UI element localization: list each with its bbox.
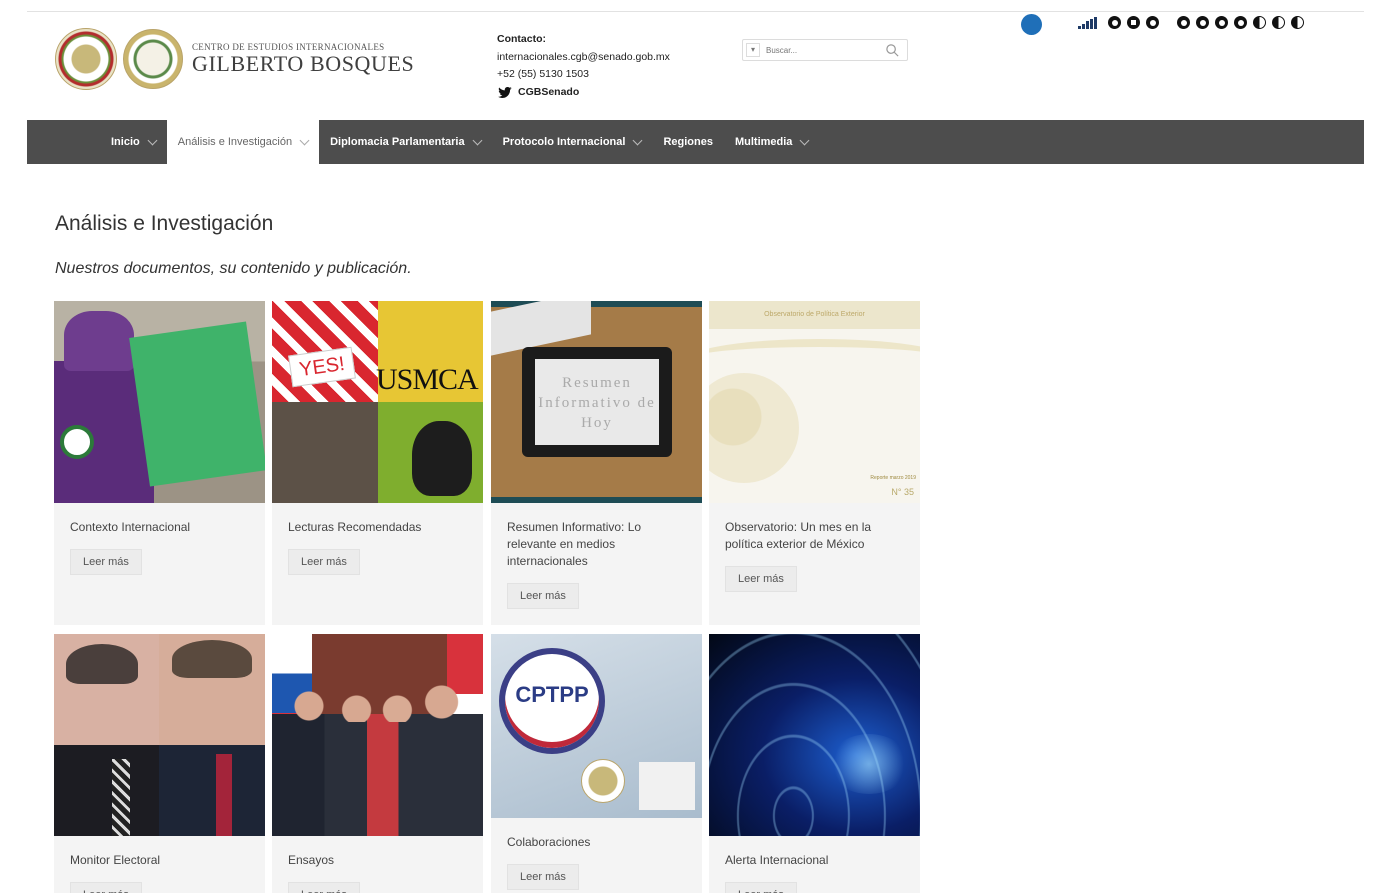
- text-size-small-icon[interactable]: [1108, 16, 1121, 29]
- chevron-down-icon: [633, 135, 643, 145]
- contact-email[interactable]: internacionales.cgb@senado.gob.mx: [497, 49, 670, 67]
- read-more-button[interactable]: Leer más: [288, 549, 360, 575]
- card-title[interactable]: Alerta Internacional: [709, 836, 920, 869]
- accessibility-icon[interactable]: [1021, 14, 1042, 35]
- card-title[interactable]: Contexto Internacional: [54, 503, 265, 536]
- contact-block: Contacto: internacionales.cgb@senado.gob…: [497, 31, 670, 101]
- read-more-button[interactable]: Leer más: [288, 882, 360, 893]
- font-option-1-icon[interactable]: [1177, 16, 1190, 29]
- contact-label: Contacto:: [497, 33, 546, 45]
- senate-seal-icon: [55, 28, 117, 90]
- card-contexto-internacional: Contexto Internacional Leer más: [54, 301, 265, 625]
- page-title: Análisis e Investigación: [55, 212, 274, 235]
- card-thumbnail[interactable]: [54, 634, 265, 836]
- read-more-button[interactable]: Leer más: [507, 864, 579, 890]
- twitter-handle: CGBSenado: [518, 85, 580, 98]
- nav-item-multimedia[interactable]: Multimedia: [724, 120, 819, 164]
- nav-item-label: Protocolo Internacional: [502, 136, 626, 148]
- logo-big-text: GILBERTO BOSQUES: [192, 51, 415, 76]
- chevron-down-icon: [147, 135, 158, 145]
- font-option-4-icon[interactable]: [1234, 16, 1247, 29]
- thumb-resumen-text: Resumen Informativo de Hoy: [535, 359, 659, 445]
- search-input[interactable]: [766, 45, 886, 55]
- card-lecturas-recomendadas: YES! USMCA Lecturas Recomendadas Leer má…: [272, 301, 483, 625]
- search-options-icon[interactable]: ▾: [746, 43, 760, 57]
- nav-item-analisis[interactable]: Análisis e Investigación: [166, 120, 320, 164]
- card-title[interactable]: Resumen Informativo: Lo relevante en med…: [491, 503, 702, 570]
- text-size-large-icon[interactable]: [1146, 16, 1159, 29]
- card-thumbnail[interactable]: CPTPP: [491, 634, 702, 818]
- nav-item-label: Diplomacia Parlamentaria: [330, 136, 465, 148]
- search-box[interactable]: ▾: [742, 39, 908, 61]
- card-observatorio: Observatorio de Política Exterior Report…: [709, 301, 920, 625]
- invert-colors-icon[interactable]: [1272, 16, 1285, 29]
- card-alerta-internacional: Alerta Internacional Leer más: [709, 634, 920, 893]
- text-size-medium-icon[interactable]: [1127, 16, 1140, 29]
- read-more-button[interactable]: Leer más: [70, 882, 142, 893]
- card-thumbnail[interactable]: Resumen Informativo de Hoy: [491, 301, 702, 503]
- chevron-down-icon: [299, 135, 310, 145]
- nav-item-label: Inicio: [111, 136, 140, 148]
- card-thumbnail[interactable]: Observatorio de Política Exterior Report…: [709, 301, 920, 503]
- chevron-down-icon: [799, 135, 810, 145]
- card-resumen-informativo: Resumen Informativo de Hoy Resumen Infor…: [491, 301, 702, 625]
- nav-item-label: Multimedia: [734, 136, 793, 148]
- twitter-link[interactable]: CGBSenado: [497, 84, 670, 102]
- accessibility-toolbar: [1078, 16, 1310, 29]
- nav-item-protocolo[interactable]: Protocolo Internacional: [492, 120, 653, 164]
- font-option-2-icon[interactable]: [1196, 16, 1209, 29]
- institute-logo-icon: [639, 762, 695, 810]
- twitter-bird-icon: [498, 86, 512, 98]
- logo-text: CENTRO DE ESTUDIOS INTERNACIONALES GILBE…: [192, 43, 414, 75]
- thumb-observatorio-header: Observatorio de Política Exterior: [709, 301, 920, 329]
- thumb-report-date: Reporte marzo 2019: [870, 475, 916, 481]
- search-icon[interactable]: [885, 43, 900, 58]
- card-thumbnail[interactable]: YES! USMCA: [272, 301, 483, 503]
- read-more-button[interactable]: Leer más: [725, 566, 797, 592]
- nav-item-label: Regiones: [663, 136, 713, 148]
- nav-item-label: Análisis e Investigación: [177, 136, 293, 148]
- nav-item-diplomacia[interactable]: Diplomacia Parlamentaria: [319, 120, 492, 164]
- thumb-usmca-text: USMCA: [376, 363, 479, 396]
- card-colaboraciones: CPTPP Colaboraciones Leer más: [491, 634, 702, 893]
- read-more-button[interactable]: Leer más: [507, 583, 579, 609]
- card-ensayos: Ensayos Leer más: [272, 634, 483, 893]
- card-title[interactable]: Ensayos: [272, 836, 483, 869]
- chevron-down-icon: [472, 135, 483, 145]
- card-title[interactable]: Observatorio: Un mes en la política exte…: [709, 503, 920, 553]
- card-thumbnail[interactable]: [272, 634, 483, 836]
- card-thumbnail[interactable]: [709, 634, 920, 836]
- page-subtitle: Nuestros documentos, su contenido y publ…: [55, 260, 412, 277]
- thumb-cptpp-text: CPTPP: [515, 682, 589, 707]
- main-navigation: Inicio Análisis e Investigación Diplomac…: [27, 120, 1364, 164]
- site-logo[interactable]: CENTRO DE ESTUDIOS INTERNACIONALES GILBE…: [55, 28, 414, 90]
- header-top-divider: [27, 11, 1364, 12]
- nav-item-inicio[interactable]: Inicio: [100, 120, 167, 164]
- grayscale-icon[interactable]: [1291, 16, 1304, 29]
- contact-phone: +52 (55) 5130 1503: [497, 68, 589, 80]
- card-title[interactable]: Monitor Electoral: [54, 836, 265, 869]
- signal-bars-icon[interactable]: [1078, 16, 1098, 29]
- font-option-3-icon[interactable]: [1215, 16, 1228, 29]
- gilberto-bosques-seal-icon: [123, 29, 183, 89]
- card-monitor-electoral: Monitor Electoral Leer más: [54, 634, 265, 893]
- gilberto-bosques-seal-icon: [581, 759, 625, 803]
- nav-item-regiones[interactable]: Regiones: [652, 120, 724, 164]
- thumb-report-number: N° 35: [891, 487, 914, 497]
- card-thumbnail[interactable]: [54, 301, 265, 503]
- contrast-icon[interactable]: [1253, 16, 1266, 29]
- read-more-button[interactable]: Leer más: [70, 549, 142, 575]
- card-title[interactable]: Lecturas Recomendadas: [272, 503, 483, 536]
- card-title[interactable]: Colaboraciones: [491, 818, 702, 851]
- read-more-button[interactable]: Leer más: [725, 882, 797, 893]
